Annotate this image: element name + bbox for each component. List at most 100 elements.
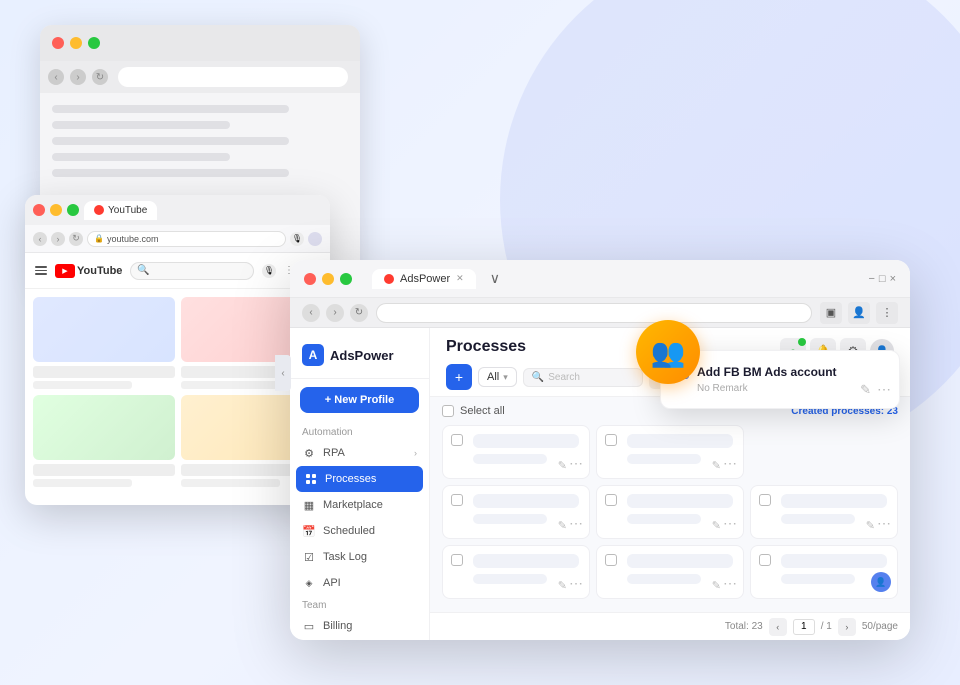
api-label: API <box>323 577 341 589</box>
filter-dropdown[interactable]: All ▾ <box>478 367 517 387</box>
card-9-checkbox[interactable] <box>759 554 771 566</box>
card-6-checkbox[interactable] <box>759 494 771 506</box>
yt-video-3[interactable] <box>33 395 175 487</box>
select-all-checkbox[interactable] <box>442 405 454 417</box>
toolbar-refresh-btn[interactable]: ↻ <box>350 304 368 322</box>
traffic-light-yellow[interactable] <box>70 37 82 49</box>
nav-refresh-btn[interactable]: ↻ <box>92 69 108 85</box>
win-maximize[interactable]: □ <box>879 273 886 285</box>
toolbar-forward-btn[interactable]: › <box>326 304 344 322</box>
yt-address-bar[interactable]: 🔒 youtube.com <box>87 231 286 247</box>
card-6-more-btn[interactable]: ⋯ <box>877 515 891 532</box>
sidebar-item-settings[interactable]: ⚙ Settings › <box>290 639 429 640</box>
prev-page-btn[interactable]: ‹ <box>769 618 787 636</box>
toolbar-user-btn[interactable]: 👤 <box>848 302 870 324</box>
yt-user-btn[interactable] <box>308 232 322 246</box>
page-number-input[interactable] <box>793 619 815 635</box>
process-card-5[interactable]: ✎ ⋯ <box>596 485 744 539</box>
ads-tab-close[interactable]: ✕ <box>456 273 464 284</box>
nav-forward-btn[interactable]: › <box>70 69 86 85</box>
sidebar-collapse-btn[interactable]: ‹ <box>275 355 291 391</box>
ads-tl-red[interactable] <box>304 273 316 285</box>
api-icon: ◈ <box>302 576 316 590</box>
toolbar-address-bar[interactable] <box>376 303 812 323</box>
add-process-btn[interactable]: + <box>446 364 472 390</box>
win-minimize[interactable]: − <box>868 273 874 285</box>
filter-chevron: ▾ <box>503 372 508 383</box>
card-2-edit-btn[interactable]: ✎ <box>712 459 721 472</box>
process-card-8[interactable]: ✎ ⋯ <box>596 545 744 599</box>
sidebar-item-rpa[interactable]: ⚙ RPA › <box>290 440 429 466</box>
team-badge[interactable]: 👥 <box>636 320 700 384</box>
nav-back-btn[interactable]: ‹ <box>48 69 64 85</box>
sidebar-section-automation: Automation <box>290 423 429 440</box>
toolbar-back-btn[interactable]: ‹ <box>302 304 320 322</box>
yt-nav-refresh[interactable]: ↻ <box>69 232 83 246</box>
ads-tl-green[interactable] <box>340 273 352 285</box>
yt-tl-red[interactable] <box>33 204 45 216</box>
yt-tl-green[interactable] <box>67 204 79 216</box>
search-input-box[interactable]: 🔍 Search <box>523 368 643 387</box>
next-page-btn[interactable]: › <box>838 618 856 636</box>
card-5-more-btn[interactable]: ⋯ <box>723 515 737 532</box>
card-7-more-btn[interactable]: ⋯ <box>569 575 583 592</box>
new-profile-button[interactable]: + New Profile <box>300 387 419 413</box>
process-card-1[interactable]: ✎ ⋯ <box>442 425 590 479</box>
yt-tab-active[interactable]: YouTube <box>84 201 157 220</box>
ham-line-1 <box>35 266 47 268</box>
processes-icon <box>304 472 318 486</box>
card-4-edit-btn[interactable]: ✎ <box>558 519 567 532</box>
popup-more-btn[interactable]: ⋯ <box>877 397 891 398</box>
toolbar-extensions-btn[interactable]: ▣ <box>820 302 842 324</box>
sidebar-item-scheduled[interactable]: 📅 Scheduled <box>290 518 429 544</box>
rpa-chevron: › <box>414 448 417 458</box>
search-placeholder: Search <box>548 372 580 383</box>
process-card-9[interactable]: 👤 <box>750 545 898 599</box>
yt-titlebar: YouTube <box>25 195 330 225</box>
total-label: Total: 23 <box>725 621 763 632</box>
yt-search-bar[interactable]: 🔍 <box>130 262 254 280</box>
card-2-more-btn[interactable]: ⋯ <box>723 455 737 472</box>
sidebar-logo: A AdsPower <box>290 336 429 379</box>
card-8-checkbox[interactable] <box>605 554 617 566</box>
card-5-edit-btn[interactable]: ✎ <box>712 519 721 532</box>
sidebar-item-billing[interactable]: ▭ Billing <box>290 613 429 639</box>
card-8-more-btn[interactable]: ⋯ <box>723 575 737 592</box>
sidebar-item-marketplace[interactable]: ▦ Marketplace <box>290 492 429 518</box>
process-card-4[interactable]: ✎ ⋯ <box>442 485 590 539</box>
ads-tl-yellow[interactable] <box>322 273 334 285</box>
main-body: Select all Created processes: 23 <box>430 397 910 612</box>
hamburger-menu[interactable] <box>35 266 47 275</box>
yt-video-1[interactable] <box>33 297 175 389</box>
process-card-2[interactable]: ✎ ⋯ <box>596 425 744 479</box>
card-4-checkbox[interactable] <box>451 494 463 506</box>
traffic-light-green[interactable] <box>88 37 100 49</box>
address-bar[interactable] <box>118 67 348 87</box>
process-card-7[interactable]: ✎ ⋯ <box>442 545 590 599</box>
card-1-checkbox[interactable] <box>451 434 463 446</box>
toolbar-more-btn[interactable]: ⋮ <box>876 302 898 324</box>
new-tab-btn[interactable]: ∨ <box>490 270 500 287</box>
card-8-edit-btn[interactable]: ✎ <box>712 579 721 592</box>
process-card-6[interactable]: ✎ ⋯ <box>750 485 898 539</box>
yt-nav-forward[interactable]: › <box>51 232 65 246</box>
yt-mic-btn[interactable]: 🎙 <box>290 232 304 246</box>
win-close[interactable]: × <box>890 273 896 285</box>
popup-edit-btn[interactable]: ✎ <box>860 397 871 398</box>
card-7-checkbox[interactable] <box>451 554 463 566</box>
card-4-more-btn[interactable]: ⋯ <box>569 515 583 532</box>
card-1-edit-btn[interactable]: ✎ <box>558 459 567 472</box>
yt-nav-back[interactable]: ‹ <box>33 232 47 246</box>
sidebar-item-api[interactable]: ◈ API <box>290 570 429 596</box>
card-7-edit-btn[interactable]: ✎ <box>558 579 567 592</box>
card-5-checkbox[interactable] <box>605 494 617 506</box>
sidebar-item-processes[interactable]: Processes <box>296 466 423 492</box>
adspower-tab[interactable]: AdsPower ✕ <box>372 269 476 289</box>
traffic-light-red[interactable] <box>52 37 64 49</box>
card-1-more-btn[interactable]: ⋯ <box>569 455 583 472</box>
card-2-checkbox[interactable] <box>605 434 617 446</box>
card-6-edit-btn[interactable]: ✎ <box>866 519 875 532</box>
yt-tl-yellow[interactable] <box>50 204 62 216</box>
sidebar-item-tasklog[interactable]: ☑ Task Log <box>290 544 429 570</box>
yt-header-mic[interactable]: 🎙 <box>262 264 276 278</box>
